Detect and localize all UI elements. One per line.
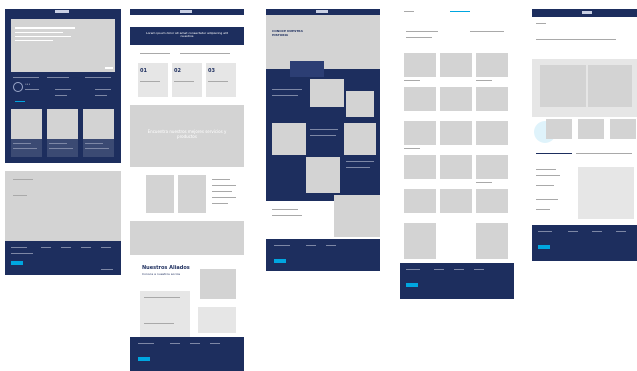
about-image-2: [346, 91, 374, 117]
logo[interactable]: [316, 10, 328, 13]
ally-card-3: [198, 307, 236, 333]
footer-button[interactable]: [406, 283, 418, 287]
gallery-screen: [400, 9, 514, 299]
home-screen: •••: [5, 9, 121, 275]
stat-number-2: 02: [174, 68, 181, 74]
about-screen: CONOCE NUESTRA HISTORIA: [266, 9, 380, 271]
services-hero-text: Lorem ipsum dolor sit amet consectetur a…: [146, 31, 228, 38]
contact-screen: [532, 9, 637, 261]
footer-button[interactable]: [138, 357, 150, 361]
gallery-tile[interactable]: [404, 223, 436, 259]
card-image-1[interactable]: [11, 109, 42, 139]
footer-button[interactable]: [274, 259, 286, 263]
logo[interactable]: [582, 11, 592, 14]
card-image-3[interactable]: [83, 109, 114, 139]
contact-thumb-2: [578, 119, 604, 139]
gallery-tile[interactable]: [476, 223, 508, 259]
contact-thumb-3: [610, 119, 636, 139]
gallery-tile[interactable]: [476, 87, 508, 111]
footer-button[interactable]: [11, 261, 23, 265]
stat-circle-icon: [13, 82, 23, 92]
gallery-tile[interactable]: [440, 87, 472, 111]
service-image-1: [146, 175, 174, 213]
gallery-tile[interactable]: [440, 189, 472, 213]
about-image-4: [344, 123, 376, 155]
hero-title: [15, 27, 75, 29]
services-banner-text: Encuentra nuestros mejores servicios y p…: [147, 129, 227, 139]
about-image-5: [306, 157, 340, 193]
logo[interactable]: [180, 10, 192, 13]
service-image-2: [178, 175, 206, 213]
logo[interactable]: [55, 10, 69, 13]
gallery-tile[interactable]: [476, 155, 508, 179]
gallery-tile[interactable]: [476, 121, 508, 145]
services-screen: Lorem ipsum dolor sit amet consectetur a…: [130, 9, 244, 371]
gallery-tile[interactable]: [404, 87, 436, 111]
allies-image: [200, 269, 236, 299]
allies-subtitle: Conoce a nuestros socios: [142, 272, 181, 276]
about-image-3: [272, 123, 306, 155]
card-image-2[interactable]: [47, 109, 78, 139]
gallery-tile[interactable]: [476, 53, 508, 77]
about-hero-title: CONOCE NUESTRA HISTORIA: [272, 29, 303, 37]
hero-dots[interactable]: [105, 67, 113, 69]
gallery-tile[interactable]: [404, 155, 436, 179]
about-image-1: [310, 79, 344, 107]
footer: [266, 239, 380, 271]
allies-title: Nuestros Aliados: [142, 265, 190, 271]
gallery-tile[interactable]: [476, 189, 508, 213]
gallery-tile[interactable]: [404, 189, 436, 213]
ally-card-2: [140, 317, 190, 337]
gallery-tile[interactable]: [440, 155, 472, 179]
contact-thumb-1: [546, 119, 572, 139]
services-strip: [130, 221, 244, 255]
footer-button[interactable]: [538, 245, 550, 249]
about-side-image: [334, 195, 380, 237]
gallery-tile[interactable]: [404, 53, 436, 77]
contact-image-1: [540, 65, 586, 107]
stat-number-3: 03: [208, 68, 215, 74]
gallery-tile[interactable]: [440, 121, 472, 145]
contact-image-2: [588, 65, 632, 107]
contact-form[interactable]: [578, 167, 634, 219]
feature-image: [5, 171, 121, 241]
gallery-tile[interactable]: [404, 121, 436, 145]
about-tab[interactable]: [290, 61, 324, 77]
stat-number-1: 01: [140, 68, 147, 74]
ally-card-1: [140, 291, 190, 317]
gallery-tile[interactable]: [440, 53, 472, 77]
